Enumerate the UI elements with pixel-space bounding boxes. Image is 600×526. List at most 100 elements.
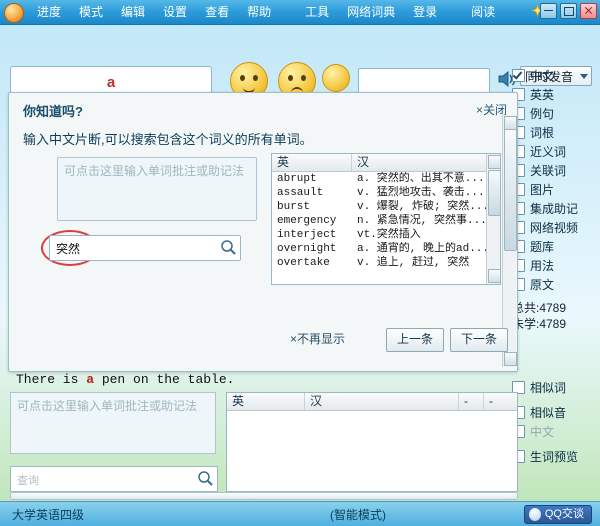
option-label: 例句 — [530, 105, 554, 122]
dialog-search-input[interactable]: 突然 — [49, 235, 241, 261]
cell-english: overtake — [272, 256, 352, 270]
close-button[interactable] — [580, 3, 597, 19]
menu-item-help[interactable]: 帮助 — [238, 0, 280, 24]
option-english-english[interactable]: 英英 — [512, 85, 596, 104]
window-buttons — [540, 3, 597, 19]
menu-item-read[interactable]: 阅读 — [462, 0, 504, 24]
mode-label: (智能模式) — [330, 506, 386, 523]
cell-chinese: v. 猛烈地攻击、袭击... — [352, 186, 499, 200]
previous-button[interactable]: 上一条 — [386, 328, 444, 352]
lower-note-area[interactable]: 可点击这里输入单词批注或助记法 — [10, 392, 216, 454]
option-related[interactable]: 关联词 — [512, 161, 596, 180]
sentence-after: pen on the table. — [94, 372, 234, 387]
menu-item-tools[interactable]: 工具 — [296, 0, 338, 24]
column-header-english: 英 — [272, 154, 352, 171]
option-label: 用法 — [530, 257, 554, 274]
option-label: 中文 — [530, 67, 554, 84]
qq-chat-button[interactable]: QQ交谈 — [524, 505, 592, 524]
column-header-chinese: 汉 — [352, 154, 499, 171]
minimize-button[interactable] — [540, 3, 557, 19]
search-icon[interactable] — [197, 470, 214, 487]
progress-bar — [10, 492, 518, 500]
option-label: 近义词 — [530, 143, 566, 160]
total-count: 总共:4789 — [512, 300, 596, 316]
next-button[interactable]: 下一条 — [450, 328, 508, 352]
lower-search-placeholder: 查询 — [17, 472, 39, 488]
display-options-panel: 中文 英英 例句 词根 近义词 关联词 图片 集成助记 网络视频 题库 用法 原… — [512, 66, 596, 466]
lower-search-input[interactable]: 查询 — [10, 466, 218, 492]
option-synonym[interactable]: 近义词 — [512, 142, 596, 161]
cell-chinese: a. 通宵的, 晚上的ad... — [352, 242, 499, 256]
option-label: 网络视频 — [530, 219, 578, 236]
option-similar-sound[interactable]: 相似音 — [512, 403, 596, 422]
lower-table[interactable]: 英 汉 - - — [226, 392, 518, 492]
scroll-thumb[interactable] — [504, 129, 517, 251]
table-row[interactable]: overtakev. 追上, 赶过, 突然 — [272, 256, 500, 270]
scroll-down-button[interactable] — [504, 352, 517, 366]
scroll-down-button[interactable] — [488, 269, 501, 283]
spacer — [512, 332, 596, 378]
option-similar-word[interactable]: 相似词 — [512, 378, 596, 397]
table-row[interactable]: assaultv. 猛烈地攻击、袭击... — [272, 186, 500, 200]
menu-item-mode[interactable]: 模式 — [70, 0, 112, 24]
cell-english: assault — [272, 186, 352, 200]
qq-chat-label: QQ交谈 — [545, 508, 584, 520]
option-label: 图片 — [530, 181, 554, 198]
option-label: 题库 — [530, 238, 554, 255]
extra-smiley-icon[interactable] — [322, 64, 350, 92]
dialog-title: 你知道吗? — [23, 101, 83, 120]
scroll-up-button[interactable] — [504, 116, 517, 130]
option-usage[interactable]: 用法 — [512, 256, 596, 275]
option-image[interactable]: 图片 — [512, 180, 596, 199]
menu-item-login[interactable]: 登录 — [404, 0, 446, 24]
table-row[interactable]: abrupta. 突然的、出其不意... — [272, 172, 500, 186]
note-input-area[interactable]: 可点击这里输入单词批注或助记法 — [57, 157, 257, 221]
column-header-extra-2: - — [484, 393, 514, 410]
app-logo-icon — [4, 3, 24, 23]
option-root[interactable]: 词根 — [512, 123, 596, 142]
cell-chinese: v. 爆裂, 炸破; 突然... — [352, 200, 499, 214]
dialog-search-value: 突然 — [56, 240, 80, 257]
menu-item-online-dictionary[interactable]: 网络词典 — [338, 0, 404, 24]
option-label: 关联词 — [530, 162, 566, 179]
table-row[interactable]: emergencyn. 紧急情况, 突然事... — [272, 214, 500, 228]
lower-table-header-row: 英 汉 - - — [227, 393, 517, 411]
status-bar: 大学英语四级 (智能模式) QQ交谈 — [0, 501, 600, 526]
option-example[interactable]: 例句 — [512, 104, 596, 123]
result-table[interactable]: 英 汉 abrupta. 突然的、出其不意... assaultv. 猛烈地攻击… — [271, 153, 501, 285]
menu-item-view[interactable]: 查看 — [196, 0, 238, 24]
cell-english: burst — [272, 200, 352, 214]
scroll-thumb[interactable] — [488, 170, 501, 216]
table-row[interactable]: overnighta. 通宵的, 晚上的ad... — [272, 242, 500, 256]
menu-item-progress[interactable]: 进度 — [28, 0, 70, 24]
table-row[interactable]: interjectvt.突然插入 — [272, 228, 500, 242]
search-icon[interactable] — [220, 239, 237, 256]
maximize-button[interactable] — [560, 3, 577, 19]
table-row[interactable]: burstv. 爆裂, 炸破; 突然... — [272, 200, 500, 214]
option-chinese[interactable]: 中文 — [512, 66, 596, 85]
dont-show-again-button[interactable]: ×不再显示 — [290, 330, 345, 347]
level-label: 大学英语四级 — [12, 506, 84, 523]
menu-item-edit[interactable]: 编辑 — [112, 0, 154, 24]
table-header-row: 英 汉 — [272, 154, 500, 172]
current-word-text: a — [107, 74, 115, 91]
option-new-word-preview[interactable]: 生词预览 — [512, 447, 596, 466]
cell-chinese: n. 紧急情况, 突然事... — [352, 214, 499, 228]
sentence-highlight: a — [86, 372, 94, 387]
option-label: 相似音 — [530, 404, 566, 421]
option-chinese-sub[interactable]: 中文 — [512, 422, 596, 441]
counts-block: 总共:4789 未学:4789 — [512, 300, 596, 332]
option-question-bank[interactable]: 题库 — [512, 237, 596, 256]
top-input-field[interactable] — [358, 68, 490, 94]
checkbox-icon[interactable] — [512, 69, 525, 82]
option-web-video[interactable]: 网络视频 — [512, 218, 596, 237]
option-mnemonic[interactable]: 集成助记 — [512, 199, 596, 218]
table-scrollbar[interactable] — [486, 154, 500, 284]
scroll-up-button[interactable] — [488, 155, 501, 169]
qq-penguin-icon — [529, 508, 541, 521]
option-original-text[interactable]: 原文 — [512, 275, 596, 294]
cell-chinese: a. 突然的、出其不意... — [352, 172, 499, 186]
cell-english: overnight — [272, 242, 352, 256]
top-toolbar: a 认识 不认识 同时发音 — [0, 24, 600, 86]
menu-item-settings[interactable]: 设置 — [154, 0, 196, 24]
